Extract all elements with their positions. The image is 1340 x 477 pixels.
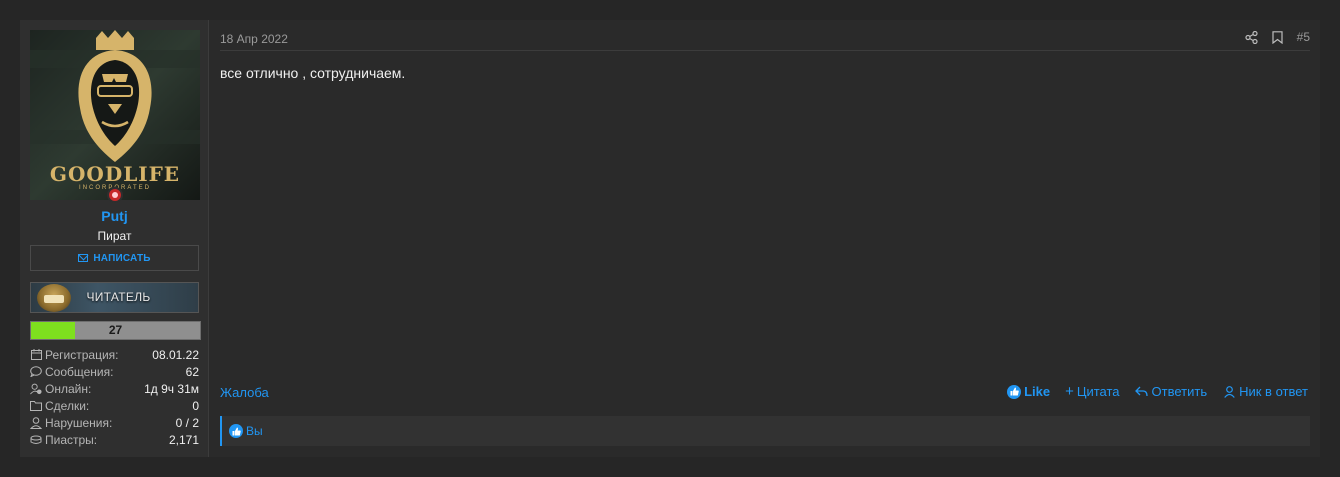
user-shield-icon: [30, 416, 42, 429]
rank-label: ЧИТАТЕЛЬ: [86, 290, 151, 304]
reply-icon: [1135, 385, 1149, 399]
post-footer-actions: Like + Цитата Ответить Ник в ответ: [1007, 384, 1308, 399]
write-message-button[interactable]: НАПИСАТЬ: [30, 245, 199, 271]
write-message-label: НАПИСАТЬ: [93, 252, 151, 264]
report-link[interactable]: Жалоба: [220, 385, 269, 400]
avatar[interactable]: GOODLIFE INCORPORATED: [30, 30, 200, 200]
stat-value: 62: [185, 364, 199, 379]
stat-label: Сообщения:: [45, 364, 114, 379]
like-label: Like: [1024, 384, 1051, 399]
comment-icon: [30, 366, 42, 378]
stat-value: 0: [192, 398, 199, 413]
mention-button[interactable]: Ник в ответ: [1222, 384, 1308, 399]
post-header: 18 Апр 2022 #5: [220, 30, 1310, 51]
stat-value: 0 / 2: [175, 415, 199, 430]
calendar-icon: [30, 349, 42, 361]
post-date[interactable]: 18 Апр 2022: [220, 32, 288, 46]
post-main: 18 Апр 2022 #5 все отлично , сотрудничае…: [220, 20, 1310, 457]
stat-label: Нарушения:: [45, 415, 113, 430]
stat-value: 08.01.22: [152, 347, 199, 362]
plus-icon: +: [1065, 383, 1074, 400]
post-footer: Жалоба Like + Цитата Ответить Ник в отве…: [220, 384, 1310, 402]
stat-value: 1д 9ч 31м: [144, 381, 199, 396]
level-progress-bar: 27: [30, 321, 201, 340]
coins-icon: [30, 434, 42, 446]
share-icon[interactable]: [1245, 30, 1259, 44]
reply-label: Ответить: [1151, 384, 1208, 399]
stat-label: Пиастры:: [45, 432, 98, 447]
reply-button[interactable]: Ответить: [1135, 384, 1208, 399]
user-sidebar: GOODLIFE INCORPORATED Putj Пират НАПИСАТ…: [20, 20, 209, 457]
folder-icon: [30, 400, 42, 412]
stat-label: Регистрация:: [45, 347, 119, 362]
stat-row-messages: Сообщения: 62: [30, 363, 199, 380]
like-button[interactable]: Like: [1007, 384, 1050, 399]
quote-button[interactable]: + Цитата: [1065, 384, 1119, 399]
user-clock-icon: [30, 383, 42, 395]
reactions-bar: Вы: [220, 416, 1310, 446]
stat-label: Онлайн:: [45, 381, 92, 396]
online-status-indicator: [107, 187, 123, 203]
mention-label: Ник в ответ: [1239, 384, 1308, 399]
thumbs-up-icon: [1007, 384, 1022, 399]
reactions-users-link[interactable]: Вы: [246, 424, 263, 438]
stat-row-violations: Нарушения: 0 / 2: [30, 414, 199, 431]
user-icon: [1222, 385, 1236, 399]
post-number[interactable]: #5: [1297, 30, 1310, 44]
stat-row-registration: Регистрация: 08.01.22: [30, 346, 199, 363]
stat-label: Сделки:: [45, 398, 90, 413]
stat-row-online: Онлайн: 1д 9ч 31м: [30, 380, 199, 397]
rank-banner: ЧИТАТЕЛЬ: [30, 282, 199, 313]
stat-value: 2,171: [168, 432, 199, 447]
envelope-icon: [78, 254, 89, 262]
username[interactable]: Putj: [20, 208, 209, 224]
message-post: GOODLIFE INCORPORATED Putj Пират НАПИСАТ…: [20, 20, 1320, 457]
post-body: все отлично , сотрудничаем.: [220, 65, 406, 81]
user-title: Пират: [97, 229, 132, 243]
post-header-actions: #5: [1245, 30, 1310, 44]
user-stats: Регистрация: 08.01.22 Сообщения: 62 Онла…: [30, 346, 199, 448]
stat-row-piastres: Пиастры: 2,171: [30, 431, 199, 448]
quote-label: Цитата: [1076, 384, 1120, 399]
thumbs-up-icon: [229, 424, 243, 438]
stat-row-deals: Сделки: 0: [30, 397, 199, 414]
avatar-brand-text: GOODLIFE: [49, 162, 181, 186]
level-value: 27: [108, 323, 123, 337]
bookmark-icon[interactable]: [1271, 30, 1285, 44]
